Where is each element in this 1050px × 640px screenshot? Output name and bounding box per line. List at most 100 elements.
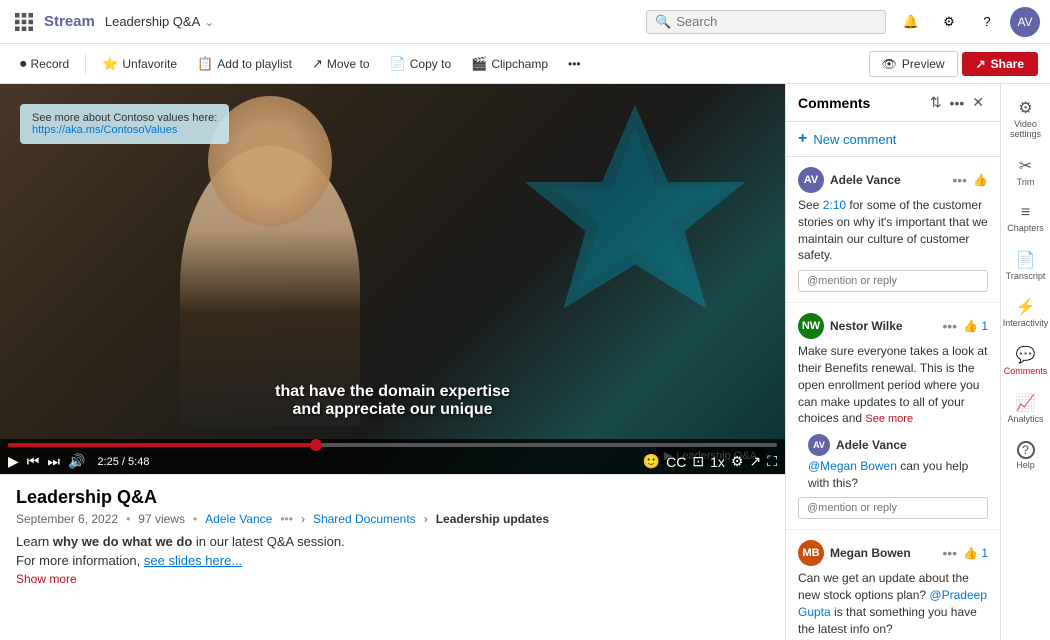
search-bar[interactable]: 🔍 [646, 10, 886, 34]
share-button[interactable]: ↗ Share [962, 52, 1038, 76]
avatar[interactable]: AV [1010, 7, 1040, 37]
reply-input[interactable] [798, 497, 988, 519]
nested-comment-body: @Megan Bowen can you help with this? [808, 458, 988, 492]
play-button[interactable]: ▶ [8, 453, 19, 470]
preview-button[interactable]: 👁 Preview [869, 51, 958, 77]
desc-text1: Learn [16, 534, 53, 549]
video-title: Leadership Q&A [16, 487, 769, 508]
new-comment-row[interactable]: + New comment [786, 122, 1000, 157]
time-display: 2:25 / 5:48 [97, 456, 149, 468]
comment-like-button[interactable]: 👍 1 [963, 319, 988, 333]
sidebar-label-analytics: Analytics [1008, 415, 1044, 425]
contoso-logo [525, 94, 745, 314]
video-description-2: For more information, see slides here... [16, 553, 769, 568]
desc-link[interactable]: see slides here... [144, 553, 242, 568]
forward-button[interactable]: ⏭ [47, 453, 60, 470]
comment-item: AV Adele Vance ••• 👍 See 2:10 for some o… [786, 157, 1000, 303]
sidebar-label-chapters: Chapters [1007, 224, 1044, 234]
progress-dot [310, 439, 322, 451]
toolbar: ⏺ Record ⭐ Unfavorite 📋 Add to playlist … [0, 44, 1050, 84]
record-icon: ⏺ [20, 56, 27, 72]
move-to-button[interactable]: ↗ Move to [304, 52, 378, 76]
comment-menu-icon[interactable]: ••• [942, 545, 957, 561]
copy-icon: 📄 [390, 56, 406, 72]
video-controls: ▶ ⏮ ⏭ 🔊 2:25 / 5:48 🙂 CC ⊡ 1x [0, 439, 785, 474]
fullscreen-button[interactable]: ⛶ [767, 453, 777, 470]
chapters-icon: ≡ [1021, 204, 1030, 222]
meta-sep2: • [193, 512, 197, 526]
comment-like-button[interactable]: 👍 [973, 173, 988, 187]
meta-chevron: › [301, 512, 305, 526]
reply-input[interactable] [798, 270, 988, 292]
meta-author[interactable]: Adele Vance [205, 512, 272, 526]
info-overlay-link[interactable]: https://aka.ms/ContosoValues [32, 124, 217, 136]
comments-more-icon[interactable]: ••• [950, 95, 965, 111]
meta-shared-docs[interactable]: Shared Documents [313, 512, 416, 526]
copy-to-button[interactable]: 📄 Copy to [382, 52, 460, 76]
clipchamp-button[interactable]: 🎬 Clipchamp [463, 52, 556, 76]
desc-text2: For more information, [16, 553, 144, 568]
record-button[interactable]: ⏺ Record [12, 52, 77, 76]
search-input[interactable] [676, 14, 877, 29]
desc-text1-rest: in our latest Q&A session. [196, 534, 345, 549]
sidebar-label-trim: Trim [1017, 178, 1035, 188]
subtitle-line2: and appreciate our unique [275, 401, 510, 419]
video-description: Learn why we do what we do in our latest… [16, 534, 769, 549]
comment-author: Nestor Wilke [830, 319, 936, 333]
quality-button[interactable]: ⚙ [731, 453, 744, 470]
breadcrumb: Leadership Q&A ⌄ [105, 14, 214, 29]
breadcrumb-chevron-icon: ⌄ [204, 15, 214, 29]
sort-icon[interactable]: ⇅ [930, 94, 942, 111]
help-icon[interactable]: ? [972, 7, 1002, 37]
right-sidebar: ⚙ Video settings ✂ Trim ≡ Chapters 📄 Tra… [1000, 84, 1050, 640]
sidebar-item-transcript[interactable]: 📄 Transcript [1004, 244, 1048, 288]
settings-icon[interactable]: ⚙ [934, 7, 964, 37]
apps-icon[interactable] [10, 8, 38, 36]
progress-bar[interactable] [8, 443, 777, 447]
comment-like-button[interactable]: 👍 1 [963, 546, 988, 560]
video-area: See more about Contoso values here: http… [0, 84, 785, 640]
copy-to-label: Copy to [410, 57, 451, 71]
comment-avatar: AV [798, 167, 824, 193]
unfavorite-label: Unfavorite [122, 57, 177, 71]
sidebar-item-chapters[interactable]: ≡ Chapters [1004, 198, 1048, 240]
comment-author: Adele Vance [830, 173, 946, 187]
meta-breadcrumb-arrow: › [424, 512, 428, 526]
comment-body: See 2:10 for some of the customer storie… [798, 197, 988, 264]
comment-menu-icon[interactable]: ••• [942, 318, 957, 334]
video-info-section: Leadership Q&A September 6, 2022 • 97 vi… [0, 474, 785, 640]
emoji-button[interactable]: 🙂 [643, 453, 660, 470]
comment-menu-icon[interactable]: ••• [952, 172, 967, 188]
sidebar-item-comments[interactable]: 💬 Comments [1004, 339, 1048, 383]
add-to-playlist-button[interactable]: 📋 Add to playlist [189, 52, 300, 76]
preview-label: Preview [902, 57, 945, 71]
sidebar-item-interactivity[interactable]: ⚡ Interactivity [1004, 291, 1048, 335]
time-link[interactable]: 2:10 [823, 198, 846, 212]
share-ctrl-button[interactable]: ↗ [749, 453, 761, 470]
comments-title: Comments [798, 95, 926, 111]
speed-button[interactable]: 1x [710, 454, 725, 470]
app-brand[interactable]: Stream [44, 13, 95, 30]
sidebar-item-trim[interactable]: ✂ Trim [1004, 150, 1048, 194]
sidebar-item-help[interactable]: ? Help [1004, 435, 1048, 477]
rewind-button[interactable]: ⏮ [27, 453, 40, 470]
move-to-label: Move to [327, 57, 370, 71]
share-icon: ↗ [976, 57, 986, 71]
info-overlay-text: See more about Contoso values here: [32, 112, 217, 124]
unfavorite-button[interactable]: ⭐ Unfavorite [94, 52, 185, 76]
volume-button[interactable]: 🔊 [68, 453, 85, 470]
show-more-button[interactable]: Show more [16, 572, 769, 586]
captions-button[interactable]: CC [666, 454, 686, 470]
sidebar-item-video-settings[interactable]: ⚙ Video settings [1004, 92, 1048, 146]
video-player[interactable]: See more about Contoso values here: http… [0, 84, 785, 474]
new-comment-plus-icon: + [798, 130, 807, 148]
more-options-button[interactable]: ••• [560, 53, 589, 75]
pip-button[interactable]: ⊡ [692, 453, 704, 470]
record-label: Record [31, 57, 70, 71]
see-more-link[interactable]: See more [865, 413, 913, 425]
notifications-icon[interactable]: 🔔 [896, 7, 926, 37]
meta-folder[interactable]: Leadership updates [436, 512, 549, 526]
close-comments-icon[interactable]: ✕ [972, 94, 984, 111]
eye-icon: 👁 [882, 57, 897, 71]
sidebar-item-analytics[interactable]: 📈 Analytics [1004, 387, 1048, 431]
